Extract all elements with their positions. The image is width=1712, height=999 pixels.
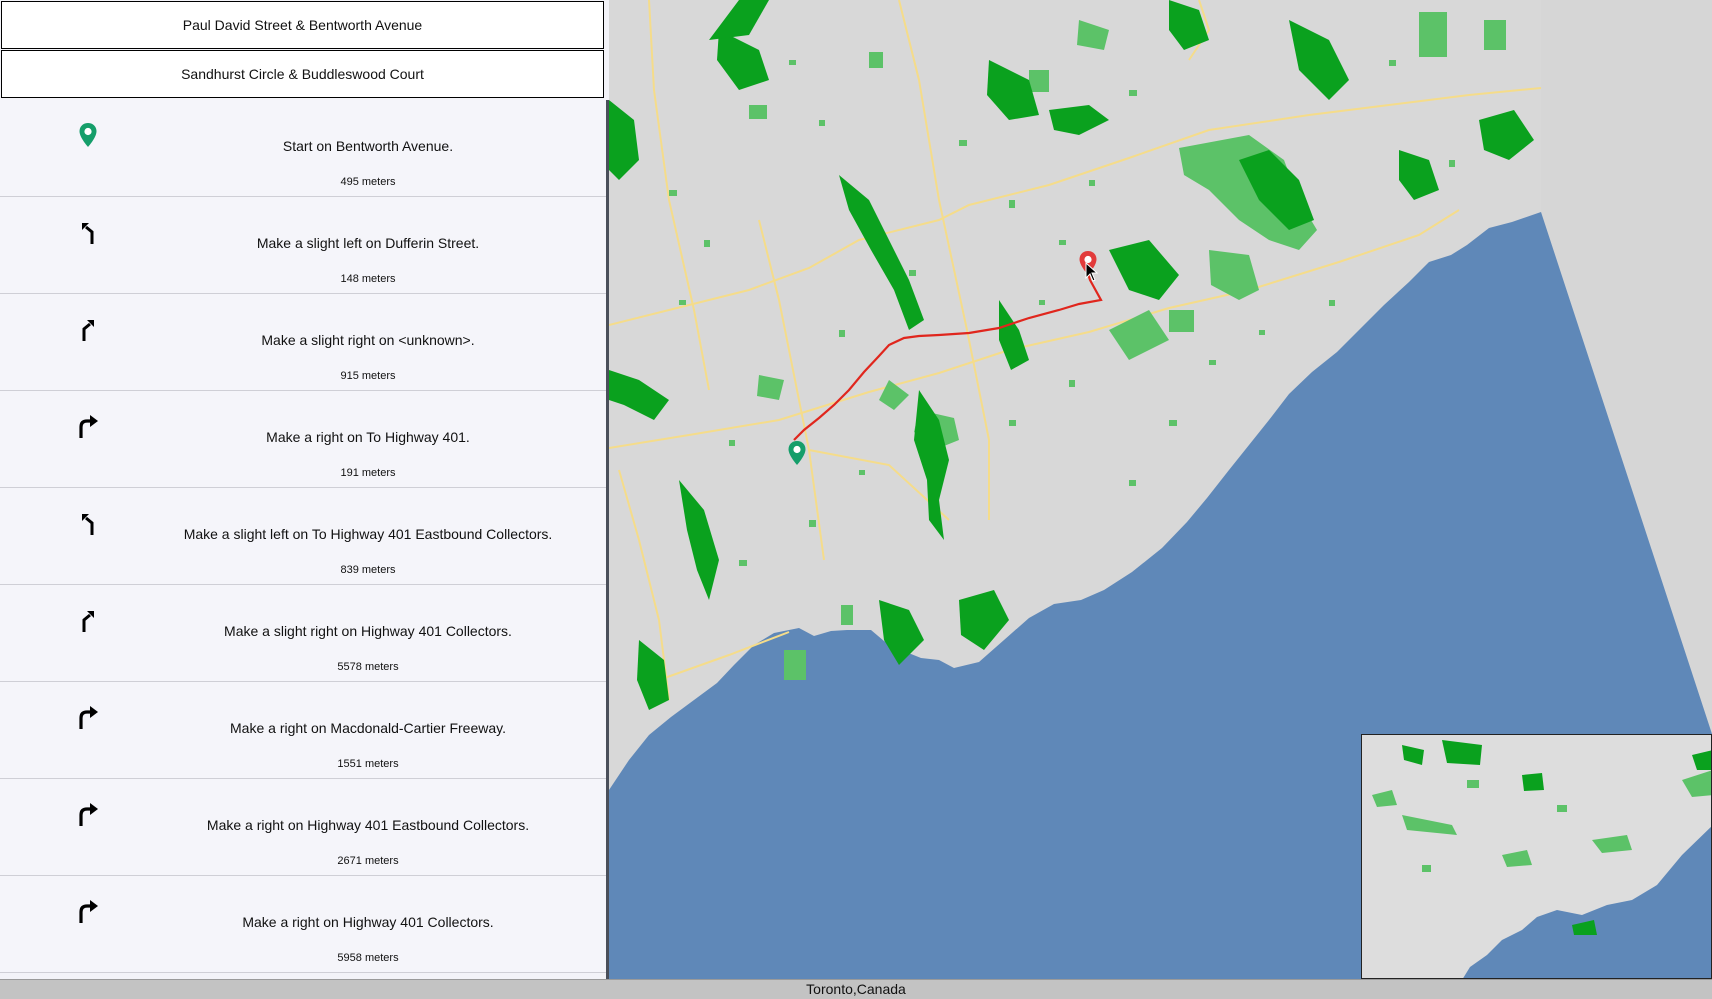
step-distance: 839 meters: [340, 564, 396, 576]
step-instruction: Make a slight right on Highway 401 Colle…: [224, 623, 512, 639]
overview-minimap[interactable]: [1361, 734, 1712, 979]
app-window: Paul David Street & Bentworth Avenue San…: [0, 0, 1712, 999]
step-instruction: Make a slight right on <unknown>.: [261, 332, 475, 348]
direction-step[interactable]: Make a slight left on Dufferin Street. 1…: [0, 197, 606, 294]
step-distance: 495 meters: [340, 176, 396, 188]
slight-right-icon: [74, 314, 102, 344]
step-distance: 5578 meters: [337, 661, 399, 673]
step-distance: 5958 meters: [337, 952, 399, 964]
step-distance: 1551 meters: [337, 758, 399, 770]
direction-step[interactable]: Make a right on Highway 401 Collectors. …: [0, 876, 606, 973]
turn-right-icon: [74, 411, 102, 441]
direction-step[interactable]: Make a slight right on <unknown>. 915 me…: [0, 294, 606, 391]
turn-right-icon: [74, 896, 102, 926]
step-distance: 915 meters: [340, 370, 396, 382]
status-bar: Toronto,Canada: [0, 979, 1712, 999]
slight-left-icon: [74, 217, 102, 247]
direction-step[interactable]: Start on Bentworth Avenue. 495 meters: [0, 100, 606, 197]
mouse-cursor-icon: [1085, 262, 1099, 282]
destination-field[interactable]: Sandhurst Circle & Buddleswood Court: [1, 50, 604, 98]
slight-left-icon: [74, 508, 102, 538]
direction-step[interactable]: Make a right on Highway 401 Eastbound Co…: [0, 779, 606, 876]
slight-right-icon: [74, 605, 102, 635]
direction-step[interactable]: Make a right on Macdonald-Cartier Freewa…: [0, 682, 606, 779]
origin-field[interactable]: Paul David Street & Bentworth Avenue: [1, 1, 604, 49]
step-instruction: Make a right on To Highway 401.: [266, 429, 470, 445]
location-label: Toronto,Canada: [806, 981, 906, 997]
step-instruction: Make a slight left on Dufferin Street.: [256, 235, 480, 251]
origin-text: Paul David Street & Bentworth Avenue: [182, 17, 423, 33]
step-instruction: Make a right on Macdonald-Cartier Freewa…: [230, 720, 506, 736]
step-distance: 148 meters: [340, 273, 396, 285]
direction-step[interactable]: Make a right on To Highway 401. 191 mete…: [0, 391, 606, 488]
direction-step[interactable]: Make a slight right on Highway 401 Colle…: [0, 585, 606, 682]
start-pin-icon: [74, 120, 102, 150]
destination-text: Sandhurst Circle & Buddleswood Court: [181, 66, 424, 82]
directions-list[interactable]: Start on Bentworth Avenue. 495 meters Ma…: [0, 100, 606, 979]
step-distance: 191 meters: [340, 467, 396, 479]
step-instruction: Make a right on Highway 401 Eastbound Co…: [206, 817, 530, 833]
directions-panel: Paul David Street & Bentworth Avenue San…: [0, 0, 609, 979]
step-distance: 2671 meters: [337, 855, 399, 867]
turn-right-icon: [74, 799, 102, 829]
minimap-canvas: [1362, 735, 1711, 978]
step-instruction: Start on Bentworth Avenue.: [282, 138, 454, 154]
step-instruction: Make a slight left on To Highway 401 Eas…: [183, 526, 553, 542]
direction-step[interactable]: Make a slight left on To Highway 401 Eas…: [0, 488, 606, 585]
step-instruction: Make a right on Highway 401 Collectors.: [242, 914, 494, 930]
turn-right-icon: [74, 702, 102, 732]
